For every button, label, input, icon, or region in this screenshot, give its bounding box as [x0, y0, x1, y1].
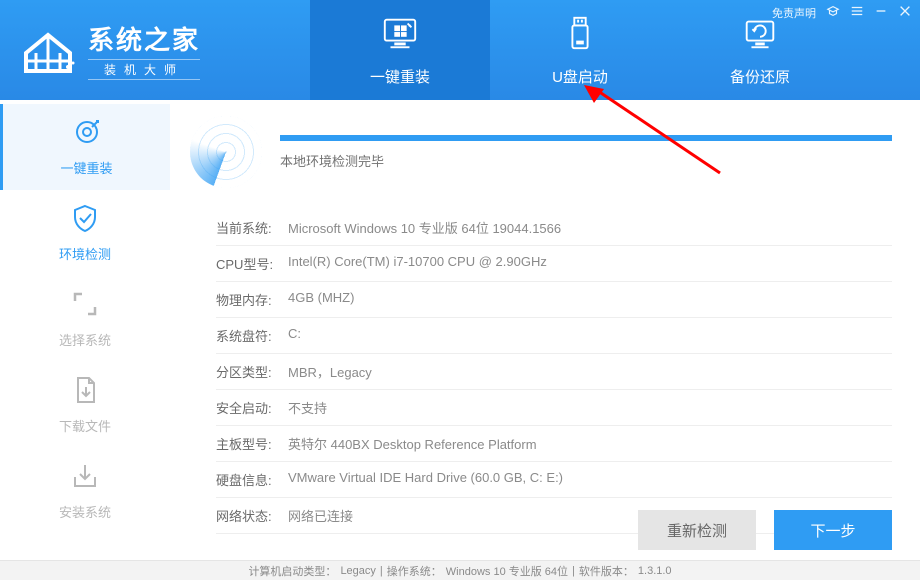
- app-subtitle: 装机大师: [88, 59, 200, 80]
- top-nav-label: 一键重装: [370, 66, 430, 87]
- sidebar: 一键重装 环境检测 选择系统 下载文件 安装系统: [0, 100, 170, 560]
- info-row: 硬盘信息:VMware Virtual IDE Hard Drive (60.0…: [216, 462, 892, 498]
- info-value: Microsoft Windows 10 专业版 64位 19044.1566: [288, 218, 561, 237]
- sidebar-item-label: 下载文件: [59, 416, 111, 435]
- info-row: 主板型号:英特尔 440BX Desktop Reference Platfor…: [216, 426, 892, 462]
- info-table: 当前系统:Microsoft Windows 10 专业版 64位 19044.…: [216, 210, 892, 534]
- info-label: CPU型号:: [216, 254, 288, 273]
- sidebar-item-label: 一键重装: [60, 158, 112, 177]
- app-logo-icon: [18, 25, 78, 75]
- info-label: 物理内存:: [216, 290, 288, 309]
- radar-icon: [190, 116, 262, 188]
- logo-area: 系统之家 装机大师: [0, 0, 310, 100]
- main-panel: 本地环境检测完毕 当前系统:Microsoft Windows 10 专业版 6…: [170, 100, 920, 560]
- sidebar-item-reinstall[interactable]: 一键重装: [0, 104, 170, 190]
- menu-icon[interactable]: [850, 4, 864, 21]
- info-label: 系统盘符:: [216, 326, 288, 345]
- info-label: 网络状态:: [216, 506, 288, 525]
- corner-bracket-icon: [70, 289, 100, 322]
- sidebar-item-label: 环境检测: [59, 244, 111, 263]
- top-nav-label: U盘启动: [552, 66, 608, 87]
- footer-boot-value: Legacy: [340, 565, 375, 577]
- footer-ver-value: 1.3.1.0: [638, 565, 672, 577]
- info-label: 主板型号:: [216, 434, 288, 453]
- sidebar-item-install[interactable]: 安装系统: [0, 448, 170, 534]
- graduate-icon[interactable]: [826, 4, 840, 21]
- scan-status-text: 本地环境检测完毕: [280, 151, 892, 170]
- info-row: 安全启动:不支持: [216, 390, 892, 426]
- info-value: 4GB (MHZ): [288, 290, 354, 309]
- progress-bar: [280, 135, 892, 141]
- sidebar-item-select-system[interactable]: 选择系统: [0, 276, 170, 362]
- top-nav-usb-boot[interactable]: U盘启动: [490, 0, 670, 100]
- footer: 计算机启动类型： Legacy | 操作系统： Windows 10 专业版 6…: [0, 560, 920, 580]
- minimize-icon[interactable]: [874, 4, 888, 21]
- info-label: 当前系统:: [216, 218, 288, 237]
- info-row: 分区类型:MBR，Legacy: [216, 354, 892, 390]
- disclaimer-link[interactable]: 免责声明: [772, 5, 816, 21]
- info-label: 安全启动:: [216, 398, 288, 417]
- scan-row: 本地环境检测完毕: [190, 112, 892, 192]
- footer-ver-label: 软件版本：: [579, 563, 634, 579]
- next-button[interactable]: 下一步: [774, 510, 892, 550]
- sidebar-item-env-check[interactable]: 环境检测: [0, 190, 170, 276]
- footer-os-label: 操作系统：: [387, 563, 442, 579]
- info-value: 不支持: [288, 398, 327, 417]
- info-value: MBR，Legacy: [288, 362, 372, 381]
- sidebar-item-label: 选择系统: [59, 330, 111, 349]
- top-nav-reinstall[interactable]: 一键重装: [310, 0, 490, 100]
- info-value: 英特尔 440BX Desktop Reference Platform: [288, 434, 537, 453]
- sidebar-item-download[interactable]: 下载文件: [0, 362, 170, 448]
- download-file-icon: [70, 375, 100, 408]
- info-row: 系统盘符:C:: [216, 318, 892, 354]
- info-row: 当前系统:Microsoft Windows 10 专业版 64位 19044.…: [216, 210, 892, 246]
- info-value: VMware Virtual IDE Hard Drive (60.0 GB, …: [288, 470, 563, 489]
- sidebar-item-label: 安装系统: [59, 502, 111, 521]
- action-row: 重新检测 下一步: [638, 510, 892, 550]
- footer-os-value: Windows 10 专业版 64位: [446, 563, 568, 579]
- info-row: 物理内存:4GB (MHZ): [216, 282, 892, 318]
- info-value: 网络已连接: [288, 506, 353, 525]
- target-icon: [72, 117, 102, 150]
- app-title: 系统之家: [88, 20, 200, 57]
- inbox-download-icon: [70, 461, 100, 494]
- close-icon[interactable]: [898, 4, 912, 21]
- header: 系统之家 装机大师 一键重装 U盘启动 备份还原 免责声明: [0, 0, 920, 100]
- window-controls: 免责声明: [772, 4, 912, 21]
- info-value: C:: [288, 326, 301, 345]
- top-nav-label: 备份还原: [730, 66, 790, 87]
- info-label: 分区类型:: [216, 362, 288, 381]
- info-label: 硬盘信息:: [216, 470, 288, 489]
- footer-boot-label: 计算机启动类型：: [248, 563, 336, 579]
- usb-boot-icon: [561, 14, 599, 56]
- info-row: CPU型号:Intel(R) Core(TM) i7-10700 CPU @ 2…: [216, 246, 892, 282]
- rescan-button[interactable]: 重新检测: [638, 510, 756, 550]
- reinstall-icon: [381, 14, 419, 56]
- info-value: Intel(R) Core(TM) i7-10700 CPU @ 2.90GHz: [288, 254, 547, 273]
- shield-check-icon: [70, 203, 100, 236]
